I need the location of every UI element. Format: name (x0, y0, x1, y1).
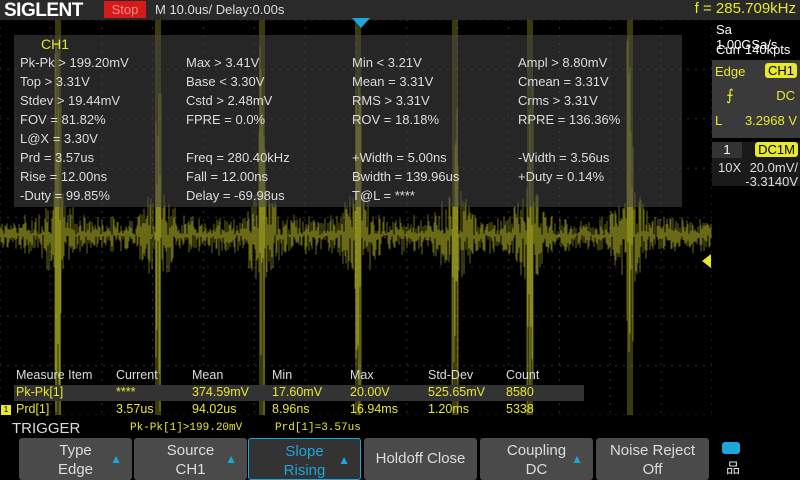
measurement-value: Pk-Pk > 199.20mV (20, 55, 129, 70)
measurement-value: Ampl > 8.80mV (518, 55, 608, 70)
table-cell: Current (116, 368, 158, 382)
trigger-pkpk-readout: Pk-Pk[1]>199.20mV (130, 422, 243, 434)
trigger-position-marker[interactable] (352, 18, 370, 28)
usb-icon (722, 442, 740, 454)
table-cell: 20.00V (350, 385, 390, 399)
channel-coupling: DC1M (755, 142, 798, 157)
statistics-header: Measure Item Current Mean Min Max Std-Dev Coun… (14, 368, 584, 384)
measurement-value: Prd = 3.57us (20, 150, 95, 165)
table-cell: Measure Item (16, 368, 93, 382)
measurement-value: FPRE = 0.0% (186, 112, 266, 127)
measurement-value: Mean = 3.31V (352, 74, 434, 89)
channel1-ground-marker[interactable]: 1 (1, 405, 11, 415)
trigger-level-label: L (715, 113, 723, 128)
table-cell: 3.57us (116, 402, 154, 416)
table-cell: 1.20ms (428, 402, 469, 416)
table-cell: 17.60mV (272, 385, 323, 399)
softkey-holdoff-close[interactable]: Holdoff Close (364, 438, 477, 480)
table-cell: 94.02us (192, 402, 237, 416)
table-row: Pk-Pk[1] **** 374.59mV 17.60mV 20.00V 525.65m… (14, 385, 584, 401)
measurement-value: Min < 3.21V (352, 55, 422, 70)
trigger-source: CH1 (764, 63, 797, 78)
measurement-value: Delay = -69.98us (186, 188, 285, 203)
trigger-info[interactable]: Edge CH1 ⨍ DC L 3.2968 V (712, 60, 800, 138)
softkey-label: Holdoff Close (375, 450, 466, 467)
probe-ratio: 10X (718, 160, 742, 175)
table-cell: 8.96ns (272, 402, 310, 416)
measurement-value: Top > 3.31V (20, 74, 90, 89)
measurement-value: Rise = 12.00ns (20, 169, 108, 184)
softkey-label: Noise Reject (609, 442, 696, 459)
softkey-source[interactable]: Source CH1 ▲ (134, 438, 247, 480)
measurement-value: Base < 3.30V (186, 74, 265, 89)
measurement-value: -Duty = 99.85% (20, 188, 110, 203)
table-cell: Mean (192, 368, 224, 382)
measurement-panel: CH1 Pk-Pk > 199.20mV Max > 3.41V Min < 3.2… (14, 35, 682, 207)
softkey-coupling[interactable]: Coupling DC ▲ (480, 438, 593, 480)
measurement-value: +Duty = 0.14% (518, 169, 604, 184)
trigger-period-readout: Prd[1]=3.57us (275, 422, 361, 434)
channel-number: 1 (712, 142, 742, 158)
table-cell: Std-Dev (428, 368, 474, 382)
vertical-offset: -3.3140V (745, 174, 798, 189)
softkey-value: Off (642, 461, 663, 478)
table-cell: Prd[1] (16, 402, 50, 416)
softkey-slope[interactable]: Slope Rising ▲ (248, 438, 361, 480)
trigger-level-marker[interactable] (702, 254, 711, 268)
rising-edge-icon: ⨍ (726, 87, 734, 104)
measurement-value: +Width = 5.00ns (352, 150, 447, 165)
trigger-menu-title: TRIGGER (12, 420, 81, 437)
network-icon: 品 (726, 460, 740, 476)
trigger-type: Edge (715, 64, 746, 79)
timebase-readout[interactable]: M 10.0us/ Delay:0.00s (155, 2, 284, 17)
table-cell: 525.65mV (428, 385, 485, 399)
frequency-counter: f = 285.709kHz (694, 0, 796, 17)
measurement-value: Cstd > 2.48mV (186, 93, 273, 108)
measurement-value: T@L = **** (352, 188, 415, 203)
trigger-coupling: DC (776, 88, 795, 103)
table-cell: 16.94ms (350, 402, 398, 416)
up-arrow-icon: ▲ (110, 452, 122, 466)
up-arrow-icon: ▲ (338, 453, 350, 467)
table-cell: 374.59mV (192, 385, 249, 399)
measurement-value: -Width = 3.56us (518, 150, 610, 165)
table-cell: Count (506, 368, 540, 382)
measurement-value: Fall = 12.00ns (186, 169, 269, 184)
table-cell: **** (116, 385, 136, 399)
table-cell: Max (350, 368, 374, 382)
table-cell: Pk-Pk[1] (16, 385, 64, 399)
measurement-value: RPRE = 136.36% (518, 112, 621, 127)
measurement-value: Freq = 280.40kHz (186, 150, 290, 165)
top-bar: SIGLENT Stop M 10.0us/ Delay:0.00s f = 2… (0, 0, 800, 21)
measurement-value: Stdev > 19.44mV (20, 93, 121, 108)
up-arrow-icon: ▲ (571, 452, 583, 466)
measurement-value: Bwidth = 139.96us (352, 169, 460, 184)
acquisition-info: Sa 1.00GSa/s Curr 140kpts (712, 20, 800, 60)
memory-depth: Curr 140kpts (716, 42, 791, 57)
run-stop-status[interactable]: Stop (104, 1, 146, 18)
sample-rate: Sa 1.00GSa/s (716, 22, 778, 52)
trigger-level: 3.2968 V (744, 113, 797, 128)
measurement-value: Crms > 3.31V (518, 93, 598, 108)
measurement-value: RMS > 3.31V (352, 93, 430, 108)
table-row: Prd[1] 3.57us 94.02us 8.96ns 16.94ms 1.20ms 53… (14, 402, 584, 418)
up-arrow-icon: ▲ (225, 452, 237, 466)
channel1-info[interactable]: 1 DC1M 10X 20.0mV/ -3.3140V (712, 142, 800, 189)
measurement-value: FOV = 81.82% (20, 112, 106, 127)
measurement-value: Max > 3.41V (186, 55, 260, 70)
measurement-channel: CH1 (41, 36, 70, 52)
table-cell: 5338 (506, 402, 534, 416)
softkey-noise-reject[interactable]: Noise Reject Off (596, 438, 709, 480)
siglent-logo: SIGLENT (4, 0, 83, 21)
table-cell: Min (272, 368, 293, 382)
vertical-scale: 20.0mV/ (749, 160, 798, 175)
table-cell: 8580 (506, 385, 534, 399)
measurement-value: L@X = 3.30V (20, 131, 98, 146)
softkey-type[interactable]: Type Edge ▲ (19, 438, 132, 480)
measurement-value: ROV = 18.18% (352, 112, 440, 127)
measurement-value: Cmean = 3.31V (518, 74, 609, 89)
